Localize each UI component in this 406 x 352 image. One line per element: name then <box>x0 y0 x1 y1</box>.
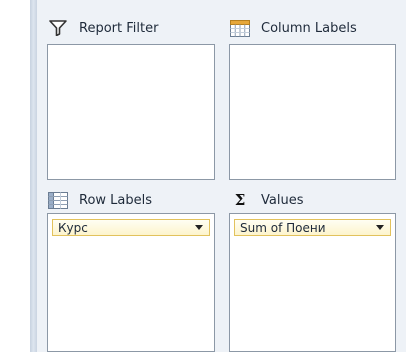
left-blank-strip <box>0 0 30 352</box>
column-grid-icon <box>229 19 251 37</box>
column-labels-header: Column Labels <box>229 18 357 38</box>
values-field-sum-of-poeni[interactable]: Sum of Поени <box>234 219 391 236</box>
pivot-field-areas-pane: Report Filter Column Labels Row Labels К… <box>37 0 406 352</box>
row-grid-icon <box>47 191 69 209</box>
filter-funnel-icon <box>47 19 69 37</box>
values-field-label: Sum of Поени <box>240 220 326 235</box>
column-labels-label: Column Labels <box>261 20 357 36</box>
values-drop-area[interactable]: Sum of Поени <box>229 213 396 352</box>
pane-splitter[interactable] <box>30 0 37 352</box>
row-labels-label: Row Labels <box>79 192 153 208</box>
report-filter-label: Report Filter <box>79 20 159 36</box>
report-filter-drop-area[interactable] <box>47 44 215 180</box>
row-field-kurs[interactable]: Курс <box>52 219 210 236</box>
row-labels-drop-area[interactable]: Курс <box>47 213 215 352</box>
sigma-icon: Σ <box>234 191 246 209</box>
column-labels-drop-area[interactable] <box>229 44 396 180</box>
row-labels-header: Row Labels <box>47 190 152 210</box>
values-label: Values <box>261 192 304 208</box>
values-header: Σ Values <box>229 190 304 210</box>
report-filter-header: Report Filter <box>47 18 158 38</box>
dropdown-arrow-icon[interactable] <box>376 225 384 230</box>
row-field-label: Курс <box>58 220 88 235</box>
dropdown-arrow-icon[interactable] <box>195 225 203 230</box>
